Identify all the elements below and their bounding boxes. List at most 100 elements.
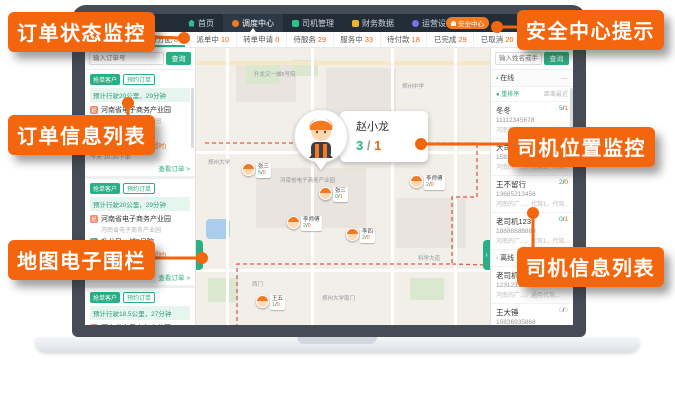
tab-label: 已取消	[481, 34, 504, 45]
marker-name: 李师傅	[303, 217, 320, 223]
popup-count-pending: 1	[374, 138, 381, 153]
driver-sort-row: ● 重排序 距离最近	[491, 87, 573, 102]
collapse-right-panel-handle[interactable]: ›	[483, 240, 490, 270]
driver-marker[interactable]: 李师傅 2/0	[287, 216, 322, 231]
order-tags: 抢单客户 预约订单	[90, 74, 190, 85]
callout-driver-list: 司机信息列表	[517, 247, 664, 287]
driver-name: 王大锤	[496, 307, 519, 318]
order-status-tabs: 待分配 84 派单中 10 转单申请 0 待服务 29 服务中 33 待付款 1…	[85, 32, 573, 48]
order-tag: 抢单客户	[90, 183, 120, 194]
driver-marker[interactable]: 李师傅 2/0	[410, 175, 445, 190]
top-navbar: 首页 调度中心 司机管理 财务数据 运营设置 安全中心	[85, 14, 573, 32]
driver-phone: 13685213456	[496, 191, 568, 198]
scrollbar[interactable]	[191, 88, 194, 148]
sort-toggle[interactable]: ● 重排序	[496, 89, 519, 98]
driver-row[interactable]: 老司机123 0/1 18888888888 河南的广...，代驾1，代驾...	[491, 213, 573, 250]
marker-count-pending: 1	[340, 194, 343, 200]
origin-icon: 起	[90, 106, 98, 114]
nav-item-finance-data[interactable]: 财务数据	[343, 14, 403, 32]
tab-count: 29	[458, 35, 466, 44]
tab-dispatching[interactable]: 派单中 10	[190, 32, 237, 47]
order-tag: 预约订单	[123, 292, 155, 303]
tab-label: 派单中	[196, 34, 219, 45]
security-center-button[interactable]: 安全中心	[446, 17, 489, 29]
driver-row[interactable]: 王大锤 0/0 15836935868 河南的广...，代驾1，代驾...	[491, 304, 573, 325]
driver-marker[interactable]: 张三 0/1	[319, 187, 348, 202]
driver-phone: 18888888888	[496, 228, 568, 235]
driver-popup[interactable]: 赵小龙 3 / 1	[340, 111, 428, 162]
order-tag: 预约订单	[123, 74, 155, 85]
driver-avatar-icon	[410, 175, 423, 188]
driver-marker[interactable]: 王五 1/0	[256, 295, 285, 310]
order-card[interactable]: 抢单客户 预约订单 预计行驶18.5公里，27分钟 起河南省电子商务产业园 河南…	[85, 288, 195, 325]
driver-search-button[interactable]: 查询	[544, 52, 569, 65]
driver-count-pending: 1	[564, 105, 568, 112]
driver-popup-name: 赵小龙	[356, 118, 422, 134]
marker-name: 李师傅	[426, 176, 443, 182]
map-road	[196, 269, 490, 272]
map-road	[391, 48, 394, 325]
origin-address: 河南省电子商务产业园	[101, 323, 171, 325]
rider-avatar-icon	[301, 114, 341, 158]
order-tag: 抢单客户	[90, 292, 120, 303]
tab-count: 0	[275, 35, 279, 44]
callout-driver-position: 司机位置监控	[508, 127, 655, 167]
callout-order-status: 订单状态监控	[8, 12, 155, 52]
marker-name: 王五	[272, 296, 283, 302]
order-search-button[interactable]: 查询	[166, 52, 191, 65]
tab-wait-payment[interactable]: 待付款 18	[381, 32, 428, 47]
map-block	[326, 68, 396, 114]
map-park	[208, 278, 238, 302]
driver-phone: 11112345678	[496, 117, 568, 124]
tab-count: 33	[365, 35, 373, 44]
map-place-label: 科学大道	[418, 254, 440, 262]
view-order-link[interactable]: 查看订单 >	[90, 163, 190, 173]
collapse-online-button[interactable]: —	[561, 75, 568, 82]
driver-icon	[292, 20, 299, 27]
driver-search-input[interactable]	[495, 52, 542, 65]
driver-phone: 15836935868	[496, 319, 568, 325]
marker-name: 张三	[335, 188, 346, 194]
map-canvas[interactable]: 郑州大学 升龙又一城5号院 法兰原著C区 河南省电子商务产业园 郑州中学 西门 …	[196, 48, 490, 325]
nav-item-driver-management[interactable]: 司机管理	[283, 14, 343, 32]
marker-count-pending: 0	[263, 170, 266, 176]
tab-completed[interactable]: 已完成 29	[427, 32, 474, 47]
tab-wait-service[interactable]: 待服务 29	[287, 32, 334, 47]
driver-count-pending: 0	[564, 307, 568, 314]
tab-in-service[interactable]: 服务中 33	[334, 32, 381, 47]
dispatch-icon	[232, 20, 239, 27]
order-search-input[interactable]	[89, 52, 164, 65]
marker-count-pending: 0	[431, 182, 434, 188]
driver-avatar-icon	[319, 187, 332, 200]
tab-count: 10	[221, 35, 229, 44]
map-road	[226, 48, 229, 325]
tab-transfer-request[interactable]: 转单申请 0	[237, 32, 287, 47]
map-place-label: 河南省电子商务产业园	[280, 176, 335, 184]
map-place-label: 郑州大学	[208, 158, 230, 166]
driver-name: 王不留行	[496, 179, 526, 190]
home-icon	[188, 20, 195, 27]
sort-by-distance[interactable]: 距离最近	[544, 89, 568, 98]
driver-marker[interactable]: 张三 5/0	[242, 163, 271, 178]
map-place-label: 郑州中学	[402, 82, 424, 90]
marker-name: 张三	[258, 164, 269, 170]
origin-address: 河南省电子商务产业园	[101, 214, 171, 224]
app-screen: 首页 调度中心 司机管理 财务数据 运营设置 安全中心	[85, 14, 573, 325]
marker-count-pending: 0	[277, 302, 280, 308]
collapse-left-panel-handle[interactable]: ‹	[196, 240, 203, 270]
driver-row[interactable]: 王不留行 2/0 13685213456 河南的广...，代驾1，代驾...	[491, 176, 573, 213]
tab-cancelled[interactable]: 已取消 20	[474, 32, 521, 47]
order-tags: 抢单客户 预约订单	[90, 292, 190, 303]
bell-icon	[451, 21, 456, 26]
driver-popup-counts: 3 / 1	[356, 138, 422, 153]
callout-order-list: 订单信息列表	[8, 115, 155, 155]
tab-label: 服务中	[340, 34, 363, 45]
driver-service-tags: 河南的广...，代驾1，代驾...	[496, 199, 568, 208]
tab-count: 29	[318, 35, 326, 44]
driver-marker[interactable]: 李四 2/0	[346, 228, 375, 243]
nav-item-dispatch-center[interactable]: 调度中心	[223, 14, 283, 32]
origin-icon: 起	[90, 215, 98, 223]
driver-count-pending: 0	[564, 179, 568, 186]
nav-item-home[interactable]: 首页	[179, 14, 223, 32]
order-tag: 预约订单	[123, 183, 155, 194]
